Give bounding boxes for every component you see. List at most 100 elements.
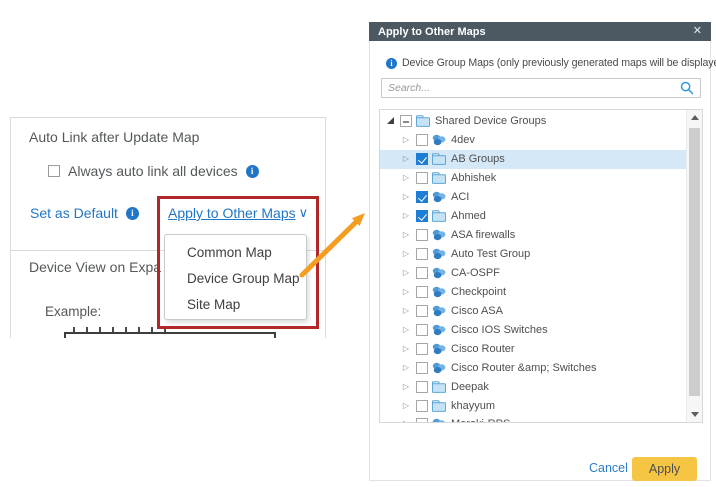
checkbox-unchecked[interactable] (416, 248, 428, 260)
expand-toggle-icon[interactable]: ▷ (400, 307, 412, 315)
info-icon[interactable] (126, 207, 139, 220)
scroll-up-icon[interactable] (691, 115, 699, 120)
expand-toggle-icon[interactable]: ▷ (400, 288, 412, 296)
folder-icon (432, 210, 447, 222)
apply-button[interactable]: Apply (632, 457, 697, 481)
expand-toggle-icon[interactable]: ▷ (400, 326, 412, 334)
modal-title: Apply to Other Maps (378, 26, 486, 38)
expand-toggle-icon[interactable]: ▷ (400, 193, 412, 201)
tree-item-label: khayyum (451, 400, 495, 412)
expand-toggle-icon[interactable]: ▷ (400, 420, 412, 422)
group-icon (432, 229, 447, 241)
checkbox-unchecked[interactable] (416, 267, 428, 279)
info-icon (386, 58, 397, 69)
expand-toggle-icon[interactable]: ▷ (400, 383, 412, 391)
tree-item-label: 4dev (451, 134, 475, 146)
modal-info-row: Device Group Maps (only previously gener… (386, 57, 704, 69)
tree-item-cisco-router-amp-switches[interactable]: ▷Cisco Router &amp; Switches (380, 358, 687, 377)
apply-to-other-maps-dropdown: Common MapDevice Group MapSite Map (164, 234, 307, 320)
tree-item-meraki-rps[interactable]: ▷ Meraki-RPS (380, 415, 687, 422)
auto-link-checkbox-row: Always auto link all devices (48, 163, 259, 179)
expand-toggle-icon[interactable]: ▷ (400, 136, 412, 144)
tree-item-label: Auto Test Group (451, 248, 530, 260)
checkbox-checked[interactable] (416, 153, 428, 165)
tree-item-label: AB Groups (451, 153, 505, 165)
tree-item-label: Abhishek (451, 172, 496, 184)
tree-item-asa-firewalls[interactable]: ▷ASA firewalls (380, 226, 687, 245)
checkbox-unchecked[interactable] (416, 324, 428, 336)
expand-toggle-icon[interactable]: ▷ (400, 364, 412, 372)
folder-icon (432, 381, 447, 393)
scrollbar-thumb[interactable] (689, 128, 700, 396)
checkbox-unchecked[interactable] (416, 400, 428, 412)
tree-item-label: Cisco IOS Switches (451, 324, 548, 336)
tree-item-cisco-router[interactable]: ▷ Cisco Router (380, 339, 687, 358)
expand-toggle-icon[interactable]: ▷ (400, 231, 412, 239)
checkbox-unchecked[interactable] (416, 172, 428, 184)
tree-item-cisco-ios-switches[interactable]: ▷ Cisco IOS Switches (380, 320, 687, 339)
group-icon (432, 362, 447, 374)
auto-link-checkbox[interactable] (48, 165, 60, 177)
tree-item-ahmed[interactable]: ▷Ahmed (380, 207, 687, 226)
tree-item-ca-ospf[interactable]: ▷CA-OSPF (380, 264, 687, 283)
collapse-toggle-icon[interactable] (384, 117, 396, 126)
tree-item-aci[interactable]: ▷ACI (380, 188, 687, 207)
tree-item-deepak[interactable]: ▷ Deepak (380, 377, 687, 396)
folder-icon (432, 400, 447, 412)
expand-toggle-icon[interactable]: ▷ (400, 269, 412, 277)
group-icon (432, 343, 447, 355)
group-icon (432, 418, 447, 422)
cancel-button[interactable]: Cancel (589, 461, 628, 475)
group-icon (432, 248, 447, 260)
expand-toggle-icon[interactable]: ▷ (400, 155, 412, 163)
menu-item-site-map[interactable]: Site Map (165, 292, 306, 318)
checkbox-unchecked[interactable] (416, 286, 428, 298)
tree-item-khayyum[interactable]: ▷ khayyum (380, 396, 687, 415)
tree-item-cisco-asa[interactable]: ▷Cisco ASA (380, 301, 687, 320)
expand-toggle-icon[interactable]: ▷ (400, 174, 412, 182)
close-icon[interactable]: ✕ (693, 26, 702, 37)
search-input[interactable] (382, 82, 680, 94)
checkbox-unchecked[interactable] (416, 134, 428, 146)
tree-item-ab-groups[interactable]: ▷ AB Groups (380, 150, 687, 169)
tree-item-label: Checkpoint (451, 286, 506, 298)
device-group-tree: Shared Device Groups ▷ 4dev ▷ AB Groups ▷ Abhi… (379, 109, 703, 423)
expand-toggle-icon[interactable]: ▷ (400, 345, 412, 353)
tree-item-label: Deepak (451, 381, 489, 393)
group-icon (432, 267, 447, 279)
checkbox-checked[interactable] (416, 210, 428, 222)
tree-item-auto-test-group[interactable]: ▷ Auto Test Group (380, 245, 687, 264)
checkbox-unchecked[interactable] (416, 305, 428, 317)
tree-item-label: Shared Device Groups (435, 115, 546, 127)
expand-toggle-icon[interactable]: ▷ (400, 402, 412, 410)
chevron-down-icon: ∨ (299, 205, 309, 221)
tree-item-4dev[interactable]: ▷ 4dev (380, 131, 687, 150)
expand-toggle-icon[interactable]: ▷ (400, 250, 412, 258)
tree-item-abhishek[interactable]: ▷ Abhishek (380, 169, 687, 188)
example-label: Example: (45, 304, 101, 319)
group-icon (432, 305, 447, 317)
checkbox-indeterminate[interactable] (400, 115, 412, 127)
checkbox-unchecked[interactable] (416, 418, 428, 422)
checkbox-checked[interactable] (416, 191, 428, 203)
search-icon[interactable] (680, 81, 694, 95)
tree-item-shared-device-groups[interactable]: Shared Device Groups (380, 112, 687, 131)
tree-item-label: Cisco Router (451, 343, 515, 355)
info-icon[interactable] (246, 165, 259, 178)
checkbox-unchecked[interactable] (416, 343, 428, 355)
checkbox-unchecked[interactable] (416, 229, 428, 241)
set-as-default-link[interactable]: Set as Default (30, 205, 118, 221)
checkbox-unchecked[interactable] (416, 381, 428, 393)
tree-scrollbar[interactable] (686, 110, 702, 422)
menu-item-common-map[interactable]: Common Map (165, 240, 306, 266)
checkbox-unchecked[interactable] (416, 362, 428, 374)
group-icon (432, 134, 447, 146)
screenshot-canvas: Auto Link after Update Map Always auto l… (0, 0, 716, 487)
tree-item-checkpoint[interactable]: ▷ Checkpoint (380, 282, 687, 301)
menu-item-device-group-map[interactable]: Device Group Map (165, 266, 306, 292)
tree-item-label: Meraki-RPS (451, 418, 510, 422)
apply-to-other-maps-link[interactable]: Apply to Other Maps ∨ (168, 205, 308, 221)
scroll-down-icon[interactable] (691, 412, 699, 417)
expand-toggle-icon[interactable]: ▷ (400, 212, 412, 220)
set-as-default-row: Set as Default (30, 205, 139, 221)
